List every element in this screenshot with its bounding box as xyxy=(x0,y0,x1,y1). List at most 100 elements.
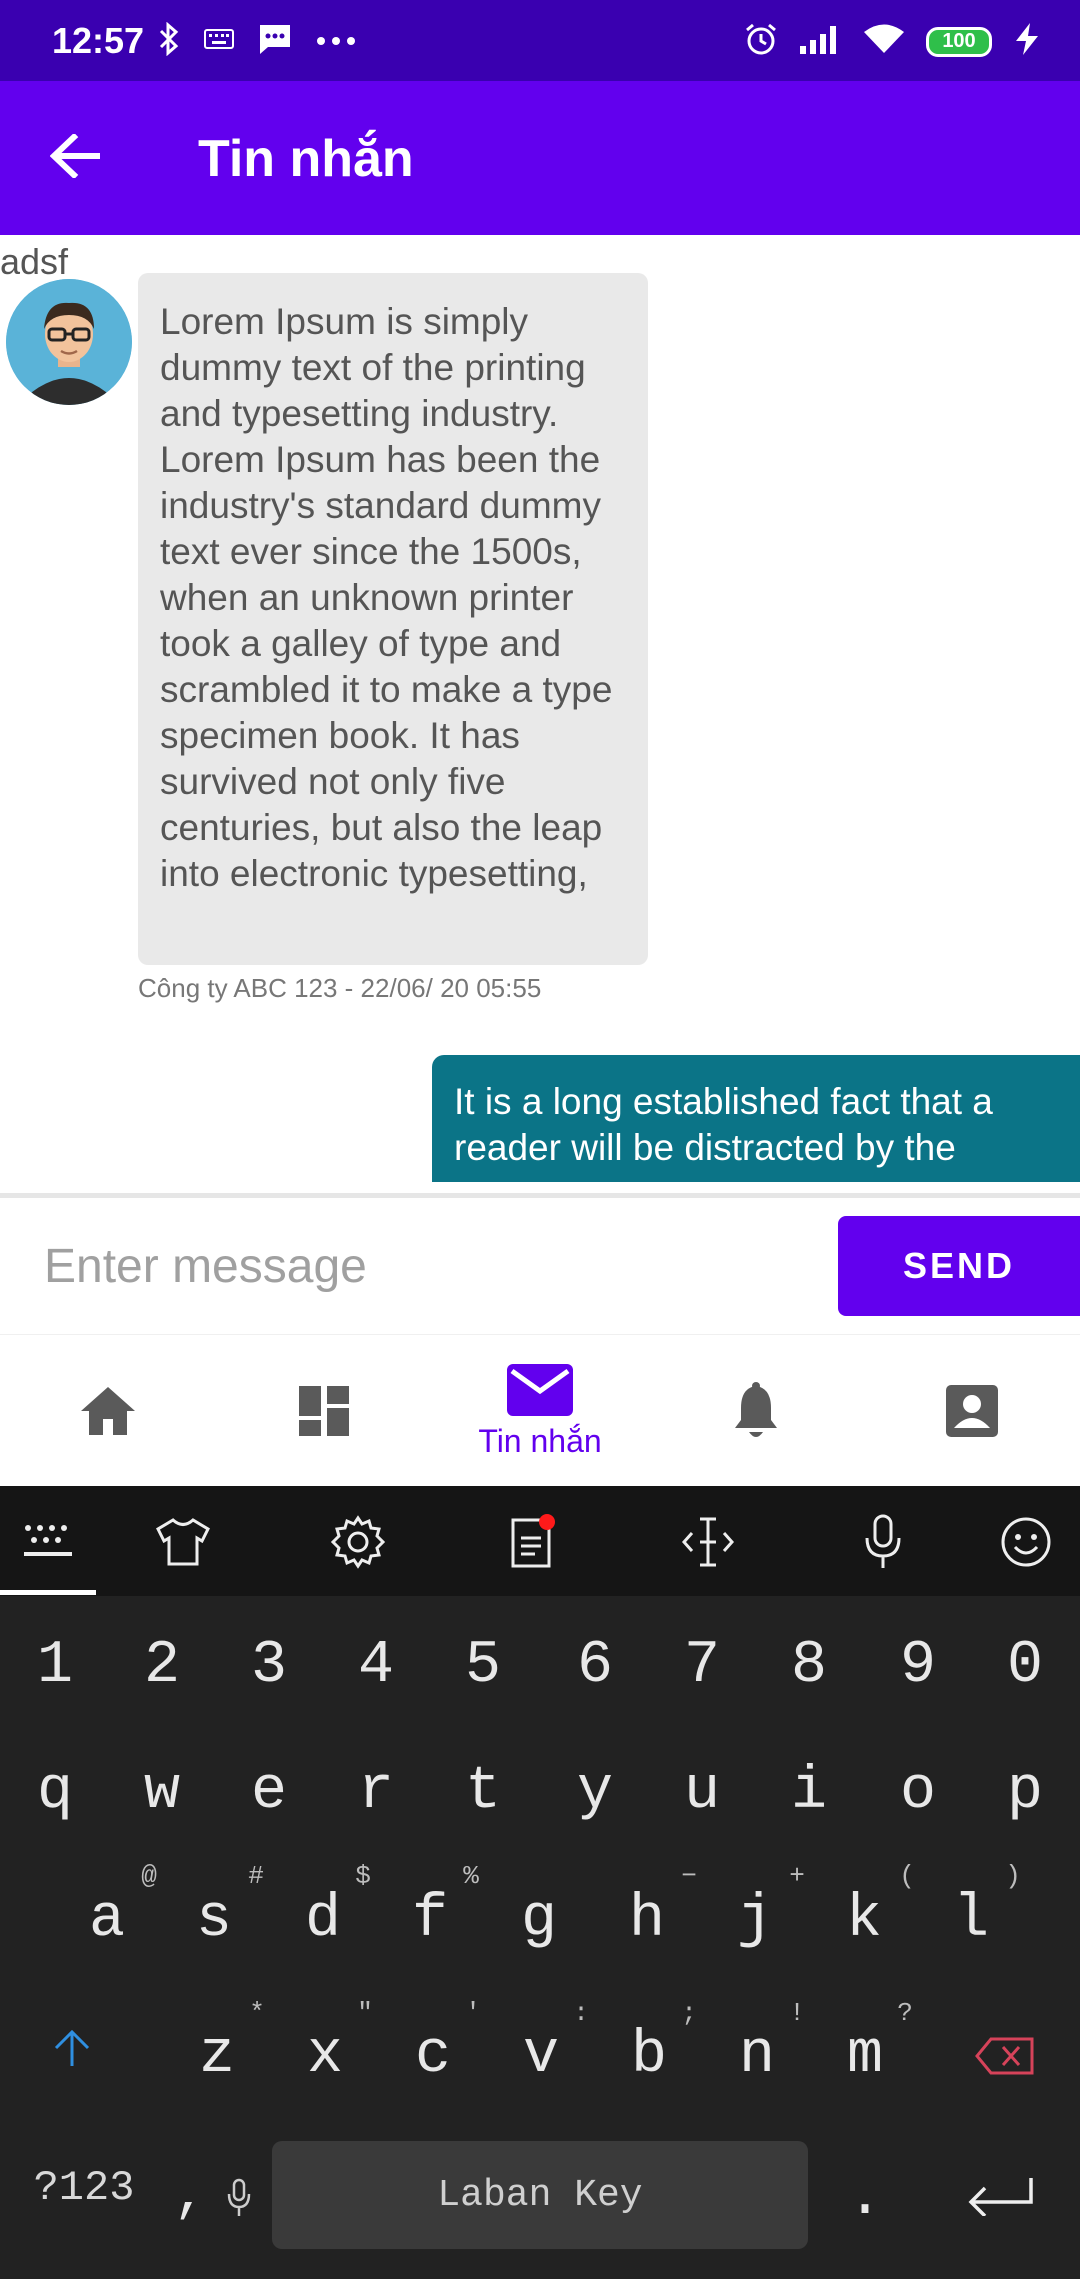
mail-icon xyxy=(507,1363,573,1416)
shift-icon xyxy=(54,2029,90,2066)
shirt-icon xyxy=(156,1518,210,1566)
backspace-icon xyxy=(975,2037,1034,2075)
key-d[interactable]: d xyxy=(278,1886,368,1954)
emoji-icon xyxy=(1001,1517,1051,1567)
key-6[interactable]: 6 xyxy=(550,1632,640,1700)
key-l[interactable]: l xyxy=(926,1886,1016,1954)
message-input-bar: SEND xyxy=(0,1198,1080,1334)
key-j[interactable]: j xyxy=(710,1886,800,1954)
symbols-key[interactable]: ?123 xyxy=(14,2164,154,2212)
key-u[interactable]: u xyxy=(657,1758,747,1826)
home-icon xyxy=(81,1387,135,1435)
key-7[interactable]: 7 xyxy=(657,1632,747,1700)
dashboard-icon xyxy=(299,1386,349,1436)
settings-icon xyxy=(331,1515,385,1569)
key-4[interactable]: 4 xyxy=(331,1632,421,1700)
key-t[interactable]: t xyxy=(438,1758,528,1826)
sender-name: adsf xyxy=(0,241,69,282)
key-q[interactable]: q xyxy=(10,1758,100,1826)
nav-item-messages[interactable]: Tin nhắn xyxy=(432,1335,648,1487)
key-v[interactable]: v xyxy=(496,2022,586,2090)
keyboard-toolbar xyxy=(0,1486,1080,1596)
mic-icon xyxy=(865,1514,901,1568)
emoji-button[interactable] xyxy=(998,1514,1054,1570)
battery-icon: 100 xyxy=(926,26,992,57)
clipboard-button[interactable] xyxy=(504,1514,560,1570)
back-button[interactable] xyxy=(40,121,110,191)
nav-item-profile[interactable] xyxy=(864,1335,1080,1487)
key-3[interactable]: 3 xyxy=(224,1632,314,1700)
key-9[interactable]: 9 xyxy=(873,1632,963,1700)
arrow-back-icon xyxy=(50,134,100,178)
voice-input-button[interactable] xyxy=(855,1514,911,1570)
cursor-control-button[interactable] xyxy=(680,1514,736,1570)
key-r[interactable]: r xyxy=(331,1758,421,1826)
keyboard-icon xyxy=(204,27,234,56)
message-input[interactable] xyxy=(24,1216,824,1316)
key-m[interactable]: m xyxy=(820,2022,910,2090)
contact-icon xyxy=(946,1385,998,1437)
sms-icon xyxy=(258,23,292,60)
key-o[interactable]: o xyxy=(873,1758,963,1826)
outgoing-message-bubble[interactable]: It is a long established fact that a rea… xyxy=(432,1055,1080,1182)
key-e[interactable]: e xyxy=(224,1758,314,1826)
key-2[interactable]: 2 xyxy=(117,1632,207,1700)
bottom-nav: Tin nhắn xyxy=(0,1334,1080,1486)
key-w[interactable]: w xyxy=(117,1758,207,1826)
backspace-key[interactable] xyxy=(975,2036,1035,2081)
nav-item-notifications[interactable] xyxy=(648,1335,864,1487)
comma-key[interactable]: , xyxy=(160,2166,220,2227)
cursor-icon xyxy=(681,1517,735,1567)
toolbar-active-indicator xyxy=(0,1590,96,1595)
period-key[interactable]: . xyxy=(820,2164,910,2232)
space-key[interactable]: Laban Key xyxy=(272,2141,808,2249)
nav-item-dashboard[interactable] xyxy=(216,1335,432,1487)
key-b[interactable]: b xyxy=(604,2022,694,2090)
key-0[interactable]: 0 xyxy=(980,1632,1070,1700)
alarm-icon xyxy=(744,22,778,61)
key-h[interactable]: h xyxy=(602,1886,692,1954)
key-x[interactable]: x xyxy=(280,2022,370,2090)
key-5[interactable]: 5 xyxy=(438,1632,528,1700)
key-g[interactable]: g xyxy=(494,1886,584,1954)
nav-item-label: Tin nhắn xyxy=(478,1422,602,1459)
soft-keyboard: 1 2 3 4 5 6 7 8 9 0 q w e r t y u i o p … xyxy=(0,1486,1080,2279)
status-bar: 12:57 100 xyxy=(0,0,1080,81)
key-8[interactable]: 8 xyxy=(764,1632,854,1700)
send-button[interactable]: SEND xyxy=(838,1216,1080,1316)
key-i[interactable]: i xyxy=(764,1758,854,1826)
chat-message-list[interactable]: adsf Lorem Ipsum is simply dummy text of… xyxy=(0,235,1080,1182)
page-title: Tin nhắn xyxy=(198,130,414,188)
theme-button[interactable] xyxy=(155,1514,211,1570)
key-1[interactable]: 1 xyxy=(10,1632,100,1700)
keyboard-hide-icon xyxy=(24,1525,72,1556)
comma-mic-icon xyxy=(226,2178,252,2223)
keyboard-hide-button[interactable] xyxy=(20,1514,76,1570)
settings-button[interactable] xyxy=(330,1514,386,1570)
signal-icon xyxy=(798,24,842,59)
key-k[interactable]: k xyxy=(819,1886,909,1954)
status-time: 12:57 xyxy=(52,20,145,61)
key-z[interactable]: z xyxy=(172,2022,262,2090)
message-meta: Công ty ABC 123 - 22/06/ 20 05:55 xyxy=(138,973,542,1003)
more-icon xyxy=(316,33,356,51)
enter-key[interactable] xyxy=(965,2176,1035,2221)
bell-icon xyxy=(735,1382,777,1437)
incoming-message-bubble[interactable]: Lorem Ipsum is simply dummy text of the … xyxy=(138,273,648,965)
enter-icon xyxy=(968,2178,1033,2218)
charging-icon xyxy=(1012,22,1042,61)
key-a[interactable]: a xyxy=(62,1886,152,1954)
key-s[interactable]: s xyxy=(169,1886,259,1954)
key-p[interactable]: p xyxy=(980,1758,1070,1826)
key-f[interactable]: f xyxy=(385,1886,475,1954)
message-text: Lorem Ipsum is simply dummy text of the … xyxy=(160,301,613,894)
nav-item-home[interactable] xyxy=(0,1335,216,1487)
app-bar: Tin nhắn xyxy=(0,81,1080,235)
key-c[interactable]: c xyxy=(388,2022,478,2090)
shift-key[interactable] xyxy=(50,2026,94,2075)
clipboard-icon xyxy=(511,1514,555,1568)
key-n[interactable]: n xyxy=(712,2022,802,2090)
key-y[interactable]: y xyxy=(550,1758,640,1826)
message-text: It is a long established fact that a rea… xyxy=(454,1081,993,1168)
avatar[interactable] xyxy=(6,279,132,405)
